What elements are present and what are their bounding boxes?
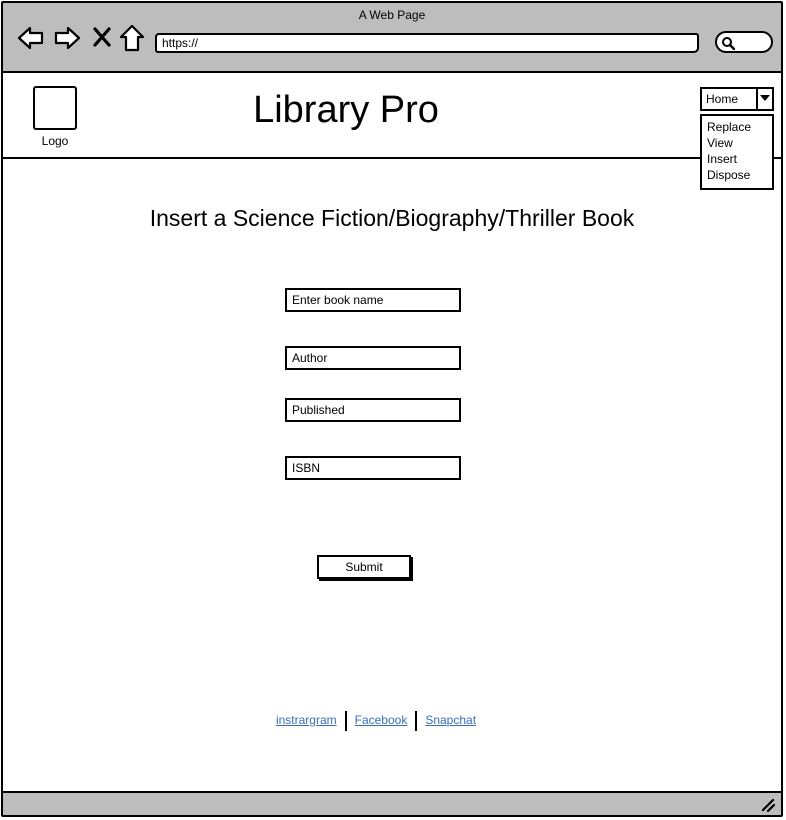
window-title: A Web Page <box>358 8 426 22</box>
logo[interactable] <box>33 86 77 130</box>
footer-links: instrargram Facebook Snapchat <box>3 711 769 731</box>
menu-item-view[interactable]: View <box>707 135 772 151</box>
close-icon[interactable] <box>93 27 111 51</box>
isbn-input[interactable]: ISBN <box>285 456 461 480</box>
snapchat-link[interactable]: Snapchat <box>425 713 476 727</box>
published-input[interactable]: Published <box>285 398 461 422</box>
forward-arrow-icon[interactable] <box>53 25 81 55</box>
status-bar <box>3 791 781 815</box>
resize-grip-icon[interactable] <box>761 798 775 812</box>
author-input[interactable]: Author <box>285 346 461 370</box>
site-title: Library Pro <box>253 89 439 131</box>
nav-dropdown[interactable]: Home <box>700 87 774 111</box>
nav-dropdown-value: Home <box>706 92 739 106</box>
menu-item-dispose[interactable]: Dispose <box>707 167 772 183</box>
page-heading: Insert a Science Fiction/Biography/Thril… <box>149 205 635 231</box>
url-input[interactable]: https:// <box>155 33 699 53</box>
logo-label: Logo <box>41 134 69 148</box>
book-name-input[interactable]: Enter book name <box>285 288 461 312</box>
instagram-link[interactable]: instrargram <box>276 713 337 727</box>
site-header: Logo Library Pro Home Replace View Inser… <box>3 73 781 190</box>
browser-window: A Web Page https:// Logo Library Pro Hom… <box>1 1 783 817</box>
search-icon <box>722 37 735 50</box>
menu-item-replace[interactable]: Replace <box>707 119 772 135</box>
facebook-link[interactable]: Facebook <box>355 713 408 727</box>
browser-toolbar: A Web Page https:// <box>3 3 781 73</box>
link-divider <box>344 711 347 731</box>
chevron-down-icon <box>760 95 770 101</box>
submit-button[interactable]: Submit <box>317 555 411 579</box>
link-divider <box>415 711 418 731</box>
back-arrow-icon[interactable] <box>17 25 45 55</box>
home-icon[interactable] <box>119 24 145 56</box>
browser-search[interactable] <box>715 31 773 53</box>
dropdown-toggle[interactable] <box>756 89 772 109</box>
nav-menu: Replace View Insert Dispose <box>700 114 774 190</box>
menu-item-insert[interactable]: Insert <box>707 151 772 167</box>
